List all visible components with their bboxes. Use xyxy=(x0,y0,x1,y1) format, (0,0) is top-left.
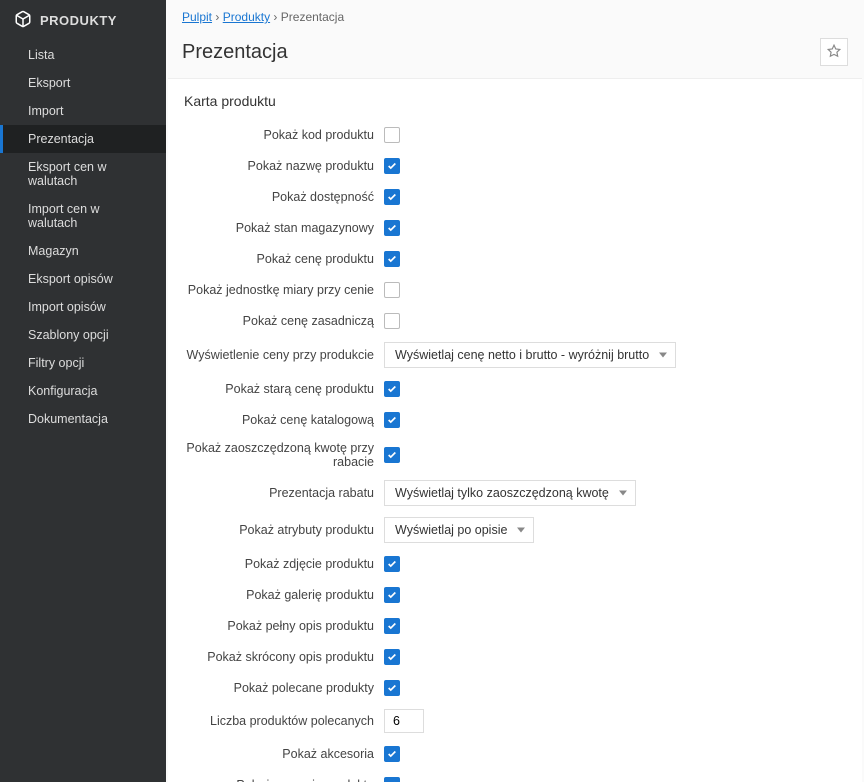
select-dropdown[interactable]: Wyświetlaj po opisie xyxy=(384,517,534,543)
breadcrumb-pulpit[interactable]: Pulpit xyxy=(182,10,212,24)
checkbox[interactable] xyxy=(384,412,400,428)
sidebar-item[interactable]: Import xyxy=(0,97,166,125)
setting-label: Pokaż akcesoria xyxy=(184,747,384,761)
box-icon xyxy=(14,10,32,31)
sidebar-item[interactable]: Import opisów xyxy=(0,293,166,321)
breadcrumb-produkty[interactable]: Produkty xyxy=(223,10,270,24)
sidebar-item[interactable]: Import cen w walutach xyxy=(0,195,166,237)
sidebar-item[interactable]: Eksport xyxy=(0,69,166,97)
checkbox[interactable] xyxy=(384,746,400,762)
star-icon xyxy=(827,44,841,61)
settings-panel: Karta produktu Pokaż kod produktu Pokaż n… xyxy=(168,78,862,782)
setting-label: Pokaż zaoszczędzoną kwotę przy rabacie xyxy=(184,441,384,469)
setting-row: Pokaż cenę zasadniczą xyxy=(184,311,846,331)
sidebar-title-label: PRODUKTY xyxy=(40,13,117,28)
checkbox[interactable] xyxy=(384,680,400,696)
setting-label: Pokaż skrócony opis produktu xyxy=(184,650,384,664)
setting-row: Wyświetlenie ceny przy produkcieWyświetl… xyxy=(184,342,846,368)
sidebar-item[interactable]: Prezentacja xyxy=(0,125,166,153)
setting-label: Pokaż polecane produkty xyxy=(184,681,384,695)
setting-label: Pokaż stan magazynowy xyxy=(184,221,384,235)
setting-row: Pokaż nazwę produktu xyxy=(184,156,846,176)
favorite-button[interactable] xyxy=(820,38,848,66)
setting-label: Prezentacja rabatu xyxy=(184,486,384,500)
setting-label: Pokaż starą cenę produktu xyxy=(184,382,384,396)
sidebar-item[interactable]: Lista xyxy=(0,41,166,69)
setting-row: Liczba produktów polecanych xyxy=(184,709,846,733)
text-input[interactable] xyxy=(384,709,424,733)
main-content: Pulpit › Produkty › Prezentacja Prezenta… xyxy=(166,0,864,782)
checkbox[interactable] xyxy=(384,618,400,634)
breadcrumb: Pulpit › Produkty › Prezentacja xyxy=(166,0,864,34)
checkbox[interactable] xyxy=(384,220,400,236)
sidebar-item[interactable]: Szablony opcji xyxy=(0,321,166,349)
setting-label: Pokaż atrybuty produktu xyxy=(184,523,384,537)
setting-label: Pokaż cenę zasadniczą xyxy=(184,314,384,328)
select-dropdown[interactable]: Wyświetlaj tylko zaoszczędzoną kwotę xyxy=(384,480,636,506)
setting-row: Pokaż stan magazynowy xyxy=(184,218,846,238)
panel-title: Karta produktu xyxy=(184,93,846,109)
setting-label: Liczba produktów polecanych xyxy=(184,714,384,728)
setting-row: Pokaż zdjęcie produktu xyxy=(184,554,846,574)
page-title: Prezentacja xyxy=(182,41,288,64)
setting-label: Wyświetlenie ceny przy produkcie xyxy=(184,348,384,362)
setting-row: Pokaż galerię produktu xyxy=(184,585,846,605)
checkbox[interactable] xyxy=(384,189,400,205)
sidebar-title: PRODUKTY xyxy=(0,0,166,41)
checkbox[interactable] xyxy=(384,556,400,572)
checkbox[interactable] xyxy=(384,282,400,298)
setting-row: Pokaż cenę katalogową xyxy=(184,410,846,430)
checkbox[interactable] xyxy=(384,313,400,329)
checkbox[interactable] xyxy=(384,649,400,665)
checkbox[interactable] xyxy=(384,127,400,143)
setting-label: Pokaż pełny opis produktu xyxy=(184,619,384,633)
setting-label: Pokaż recenzje produktu xyxy=(184,778,384,782)
setting-label: Pokaż kod produktu xyxy=(184,128,384,142)
sidebar-item[interactable]: Dokumentacja xyxy=(0,405,166,433)
setting-label: Pokaż dostępność xyxy=(184,190,384,204)
setting-row: Pokaż cenę produktu xyxy=(184,249,846,269)
setting-row: Pokaż kod produktu xyxy=(184,125,846,145)
sidebar-item[interactable]: Eksport cen w walutach xyxy=(0,153,166,195)
setting-label: Pokaż jednostkę miary przy cenie xyxy=(184,283,384,297)
setting-label: Pokaż galerię produktu xyxy=(184,588,384,602)
setting-row: Pokaż recenzje produktu xyxy=(184,775,846,782)
checkbox[interactable] xyxy=(384,158,400,174)
setting-label: Pokaż zdjęcie produktu xyxy=(184,557,384,571)
checkbox[interactable] xyxy=(384,447,400,463)
setting-label: Pokaż nazwę produktu xyxy=(184,159,384,173)
breadcrumb-current: Prezentacja xyxy=(281,10,344,24)
setting-row: Prezentacja rabatuWyświetlaj tylko zaosz… xyxy=(184,480,846,506)
setting-row: Pokaż atrybuty produktuWyświetlaj po opi… xyxy=(184,517,846,543)
setting-row: Pokaż pełny opis produktu xyxy=(184,616,846,636)
select-dropdown[interactable]: Wyświetlaj cenę netto i brutto - wyróżni… xyxy=(384,342,676,368)
sidebar-item[interactable]: Eksport opisów xyxy=(0,265,166,293)
setting-row: Pokaż zaoszczędzoną kwotę przy rabacie xyxy=(184,441,846,469)
sidebar-item[interactable]: Filtry opcji xyxy=(0,349,166,377)
setting-row: Pokaż jednostkę miary przy cenie xyxy=(184,280,846,300)
setting-label: Pokaż cenę produktu xyxy=(184,252,384,266)
checkbox[interactable] xyxy=(384,777,400,782)
setting-row: Pokaż dostępność xyxy=(184,187,846,207)
checkbox[interactable] xyxy=(384,587,400,603)
setting-row: Pokaż starą cenę produktu xyxy=(184,379,846,399)
setting-row: Pokaż akcesoria xyxy=(184,744,846,764)
sidebar: PRODUKTY ListaEksportImportPrezentacjaEk… xyxy=(0,0,166,782)
setting-row: Pokaż polecane produkty xyxy=(184,678,846,698)
setting-label: Pokaż cenę katalogową xyxy=(184,413,384,427)
checkbox[interactable] xyxy=(384,251,400,267)
checkbox[interactable] xyxy=(384,381,400,397)
sidebar-item[interactable]: Konfiguracja xyxy=(0,377,166,405)
sidebar-item[interactable]: Magazyn xyxy=(0,237,166,265)
setting-row: Pokaż skrócony opis produktu xyxy=(184,647,846,667)
